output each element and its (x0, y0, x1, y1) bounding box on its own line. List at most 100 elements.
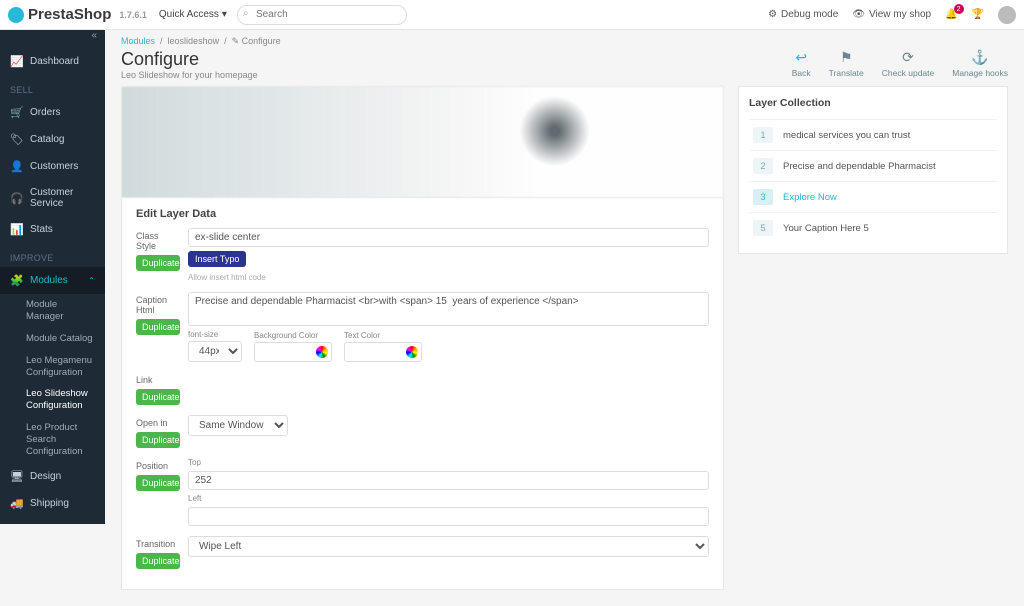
nav-design[interactable]: 🖥 Design (0, 463, 105, 490)
position-label: Position (136, 458, 180, 471)
position-left-input[interactable] (188, 507, 709, 526)
duplicate-openin-button[interactable]: Duplicate (136, 432, 180, 448)
slide-preview[interactable] (121, 86, 724, 198)
section-sell: SELL (0, 75, 105, 99)
nav-label: Catalog (30, 134, 64, 145)
cart-icon: 🛒 (10, 106, 22, 119)
collapse-sidebar-button[interactable]: « (0, 30, 105, 48)
layer-number: 3 (753, 189, 773, 205)
nav-shipping[interactable]: 🚚Shipping (0, 490, 105, 517)
trophy-icon: 🏆 (972, 9, 984, 20)
nav-customers[interactable]: 👤 Customers (0, 153, 105, 180)
nav-label: Orders (30, 107, 61, 118)
textcolor-label: Text Color (344, 331, 422, 340)
crumb-modules[interactable]: Modules (121, 36, 155, 46)
subnav-leo-megamenu[interactable]: Leo Megamenu Configuration (0, 350, 105, 384)
debug-mode-button[interactable]: ⚙ Debug mode (768, 9, 838, 20)
layer-item[interactable]: 2Precise and dependable Pharmacist (749, 150, 997, 181)
class-style-label: Class Style (136, 228, 180, 251)
nav-orders[interactable]: 🛒 Orders (0, 99, 105, 126)
act-label: Check update (882, 68, 934, 78)
openin-label: Open in (136, 415, 180, 428)
color-swatch-icon (316, 346, 328, 358)
nav-modules[interactable]: 🧩Modules⌃ (0, 267, 105, 294)
duplicate-position-button[interactable]: Duplicate (136, 475, 180, 491)
gift-button[interactable]: 🏆 (972, 9, 984, 20)
nav-dashboard[interactable]: 📈 Dashboard (0, 48, 105, 75)
section-improve: IMPROVE (0, 243, 105, 267)
layer-number: 1 (753, 127, 773, 143)
layer-item[interactable]: 1 medical services you can trust (749, 119, 997, 150)
openin-select[interactable]: Same Window (188, 415, 288, 436)
insert-typo-button[interactable]: Insert Typo (188, 251, 246, 267)
search-input[interactable] (237, 5, 407, 25)
quick-access-label: Quick Access (159, 9, 219, 20)
dashboard-icon: 📈 (10, 55, 22, 68)
profile-avatar[interactable] (998, 6, 1016, 24)
nav-label: Design (30, 471, 61, 482)
translate-button[interactable]: ⚑ Translate (829, 49, 864, 78)
layer-label: Your Caption Here 5 (783, 223, 869, 234)
transition-select[interactable]: Wipe Left (188, 536, 709, 557)
class-style-input[interactable] (188, 228, 709, 247)
subnav-module-manager[interactable]: Module Manager (0, 294, 105, 328)
act-label: Translate (829, 68, 864, 78)
search-wrap: ⌕ (237, 5, 407, 25)
nav-label: Customers (30, 161, 78, 172)
nav-label: Shipping (30, 498, 69, 509)
class-style-hint: Allow insert html code (188, 273, 709, 282)
check-update-button[interactable]: ⟳Check update (882, 49, 934, 78)
nav-stats[interactable]: 📊Stats (0, 216, 105, 243)
layer-label: Precise and dependable Pharmacist (783, 161, 936, 172)
nav-label: Modules (30, 275, 68, 286)
fontsize-select[interactable]: 44px (188, 341, 242, 362)
puzzle-icon: 🧩 (10, 274, 22, 287)
textcolor-picker[interactable] (344, 342, 422, 362)
back-button[interactable]: ↩Back (792, 49, 811, 78)
duplicate-transition-button[interactable]: Duplicate (136, 553, 180, 569)
flag-icon: ⚑ (840, 49, 853, 66)
position-top-input[interactable] (188, 471, 709, 490)
manage-hooks-button[interactable]: ⚓Manage hooks (952, 49, 1008, 78)
nav-customer-service[interactable]: 🎧Customer Service (0, 180, 105, 216)
duplicate-caption-button[interactable]: Duplicate (136, 319, 180, 335)
nav-label: Customer Service (30, 187, 95, 209)
layer-collection-panel: Layer Collection 1 medical services you c… (738, 86, 1008, 254)
nav-payment[interactable]: 💳Payment (0, 517, 105, 524)
layer-label: medical services you can trust (783, 130, 910, 141)
brand-glyph (8, 7, 24, 23)
subnav-leo-slideshow[interactable]: Leo Slideshow Configuration (0, 383, 105, 417)
act-label: Back (792, 68, 811, 78)
user-icon: 👤 (10, 160, 22, 173)
duplicate-link-button[interactable]: Duplicate (136, 389, 180, 405)
version-label: 1.7.6.1 (119, 10, 147, 20)
nav-dashboard-label: Dashboard (30, 56, 79, 67)
subnav-leo-product-search[interactable]: Leo Product Search Configuration (0, 417, 105, 463)
link-label: Link (136, 372, 180, 385)
transition-label: Transition (136, 536, 180, 549)
caret-down-icon: ▾ (222, 9, 227, 20)
crumb-configure: Configure (242, 36, 281, 46)
nav-label: Stats (30, 224, 53, 235)
quick-access-menu[interactable]: Quick Access ▾ (159, 9, 227, 20)
layer-collection-title: Layer Collection (749, 97, 997, 109)
layer-item[interactable]: 5 Your Caption Here 5 (749, 212, 997, 243)
caption-html-textarea[interactable]: Precise and dependable Pharmacist <br>wi… (188, 292, 709, 326)
layer-item[interactable]: 3Explore Now (749, 181, 997, 212)
duplicate-classstyle-button[interactable]: Duplicate (136, 255, 180, 271)
layer-number: 5 (753, 220, 773, 236)
nav-catalog[interactable]: 🏷Catalog (0, 126, 105, 153)
fontsize-label: font-size (188, 330, 242, 339)
view-shop-button[interactable]: 👁 View my shop (852, 9, 931, 20)
view-shop-label: View my shop (869, 9, 931, 20)
top-minilabel: Top (188, 458, 709, 467)
act-label: Manage hooks (952, 68, 1008, 78)
subnav-module-catalog[interactable]: Module Catalog (0, 328, 105, 350)
brand-name: PrestaShop (28, 6, 111, 23)
bgcolor-picker[interactable] (254, 342, 332, 362)
bgcolor-label: Background Color (254, 331, 332, 340)
desktop-icon: 🖥 (10, 470, 22, 483)
notifications-button[interactable]: 🔔 2 (945, 9, 957, 20)
sidebar: « 📈 Dashboard SELL 🛒 Orders 🏷Catalog 👤 Cus… (0, 30, 105, 524)
page-subtitle: Leo Slideshow for your homepage (121, 70, 258, 80)
